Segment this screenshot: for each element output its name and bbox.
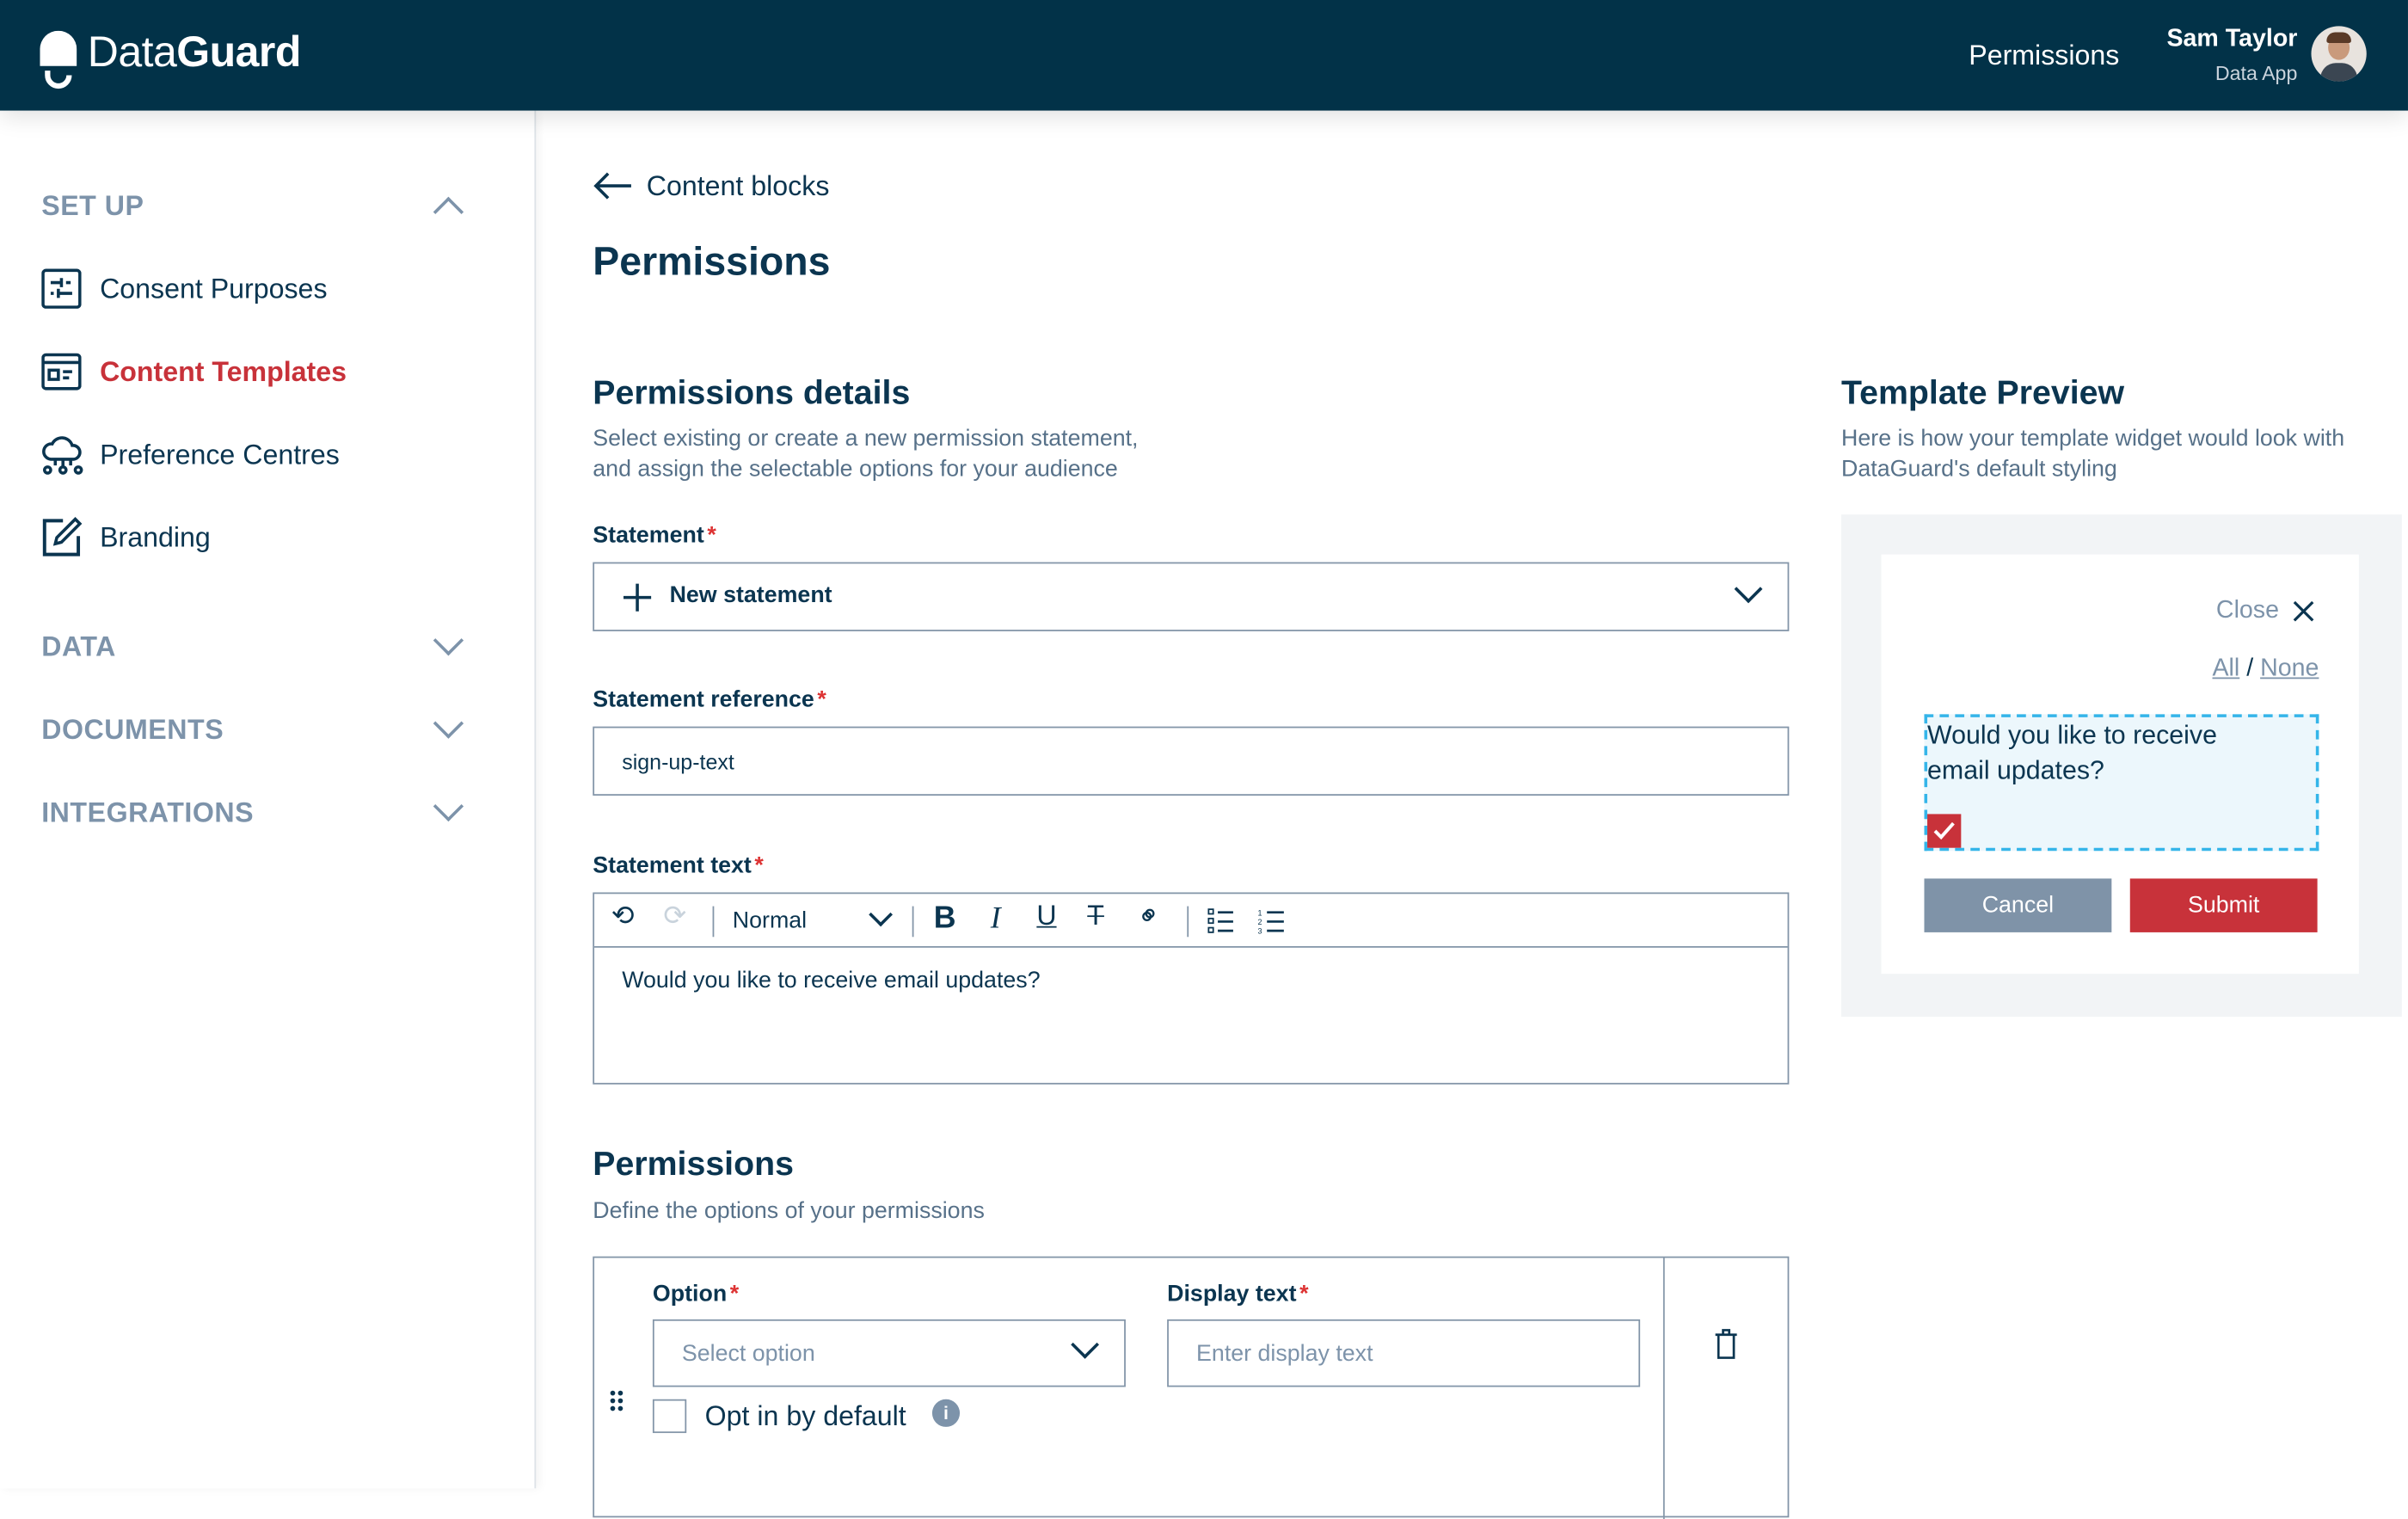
italic-icon[interactable]: I: [991, 901, 1001, 937]
sidebar-item-label: Preference Centres: [100, 439, 340, 470]
cancel-button[interactable]: Cancel: [1924, 878, 2112, 932]
bold-icon[interactable]: B: [934, 901, 956, 937]
submit-button[interactable]: Submit: [2129, 878, 2318, 932]
link-icon[interactable]: ⚭: [1130, 896, 1170, 936]
bullet-list-icon[interactable]: [1207, 907, 1235, 935]
details-heading: Permissions details: [593, 372, 911, 412]
preview-desc-2: DataGuard's default styling: [1841, 456, 2117, 483]
arrow-left-icon: [593, 172, 631, 200]
top-header: DataGuard Permissions Sam Taylor Data Ap…: [0, 0, 2408, 111]
preview-desc-1: Here is how your template widget would l…: [1841, 425, 2345, 452]
close-icon[interactable]: [2293, 600, 2314, 622]
toolbar-separator: [712, 906, 715, 938]
user-name: Sam Taylor: [2166, 26, 2298, 52]
redo-icon[interactable]: ⟳: [663, 900, 686, 932]
drag-handle-icon[interactable]: [610, 1390, 625, 1411]
toolbar-separator: [1187, 906, 1189, 938]
statement-text-content[interactable]: Would you like to receive email updates?: [622, 968, 1040, 993]
user-app: Data App: [2214, 61, 2298, 85]
page-title: Permissions: [593, 237, 831, 285]
chevron-down-icon[interactable]: [433, 790, 464, 822]
permission-option-card: Option * Select option Display text * Ente…: [593, 1256, 1790, 1519]
sidebar-section-data[interactable]: DATA: [41, 631, 116, 663]
info-icon[interactable]: i: [931, 1399, 961, 1427]
sidebar-section-integrations[interactable]: INTEGRATIONS: [41, 797, 254, 829]
cloud-network-icon: [42, 436, 83, 475]
edit-brush-icon: [42, 517, 83, 557]
header-permissions-link[interactable]: Permissions: [1969, 40, 2119, 71]
sidebar-item-preference-centres[interactable]: Preference Centres: [41, 434, 502, 477]
card-divider: [1662, 1258, 1665, 1519]
format-select[interactable]: Normal: [733, 907, 807, 933]
option-label: Option *: [652, 1281, 740, 1307]
dataguard-logo-icon: [40, 30, 77, 89]
trash-icon[interactable]: [1714, 1329, 1739, 1360]
sidebar-section-documents[interactable]: DOCUMENTS: [41, 714, 224, 746]
sidebar-item-content-templates[interactable]: Content Templates: [41, 350, 502, 393]
plus-icon: [623, 583, 652, 612]
select-none-link[interactable]: None: [2260, 655, 2319, 681]
svg-text:3: 3: [1257, 927, 1262, 936]
chevron-up-icon[interactable]: [433, 196, 464, 228]
preview-widget: Close All / None Would you like to recei…: [1881, 554, 2359, 975]
chevron-down-icon: [1734, 575, 1763, 604]
select-all-none: All / None: [2212, 655, 2319, 682]
chevron-down-icon: [1071, 1330, 1100, 1359]
statement-reference-input[interactable]: sign-up-text: [593, 726, 1790, 796]
chevron-down-icon[interactable]: [433, 624, 464, 656]
sliders-icon: [41, 268, 82, 309]
select-all-link[interactable]: All: [2212, 655, 2239, 681]
chevron-down-icon[interactable]: [869, 902, 893, 927]
reference-label: Statement reference *: [593, 686, 826, 713]
preview-question: Would you like to receive email updates?: [1927, 720, 2217, 785]
sidebar: SET UP Consent Purposes Content Template…: [0, 110, 537, 1489]
toolbar-divider: [594, 945, 1788, 948]
sidebar-item-label: Branding: [100, 522, 211, 553]
display-text-input[interactable]: Enter display text: [1167, 1319, 1641, 1387]
undo-icon[interactable]: ⟲: [611, 900, 635, 932]
statement-select[interactable]: New statement: [593, 562, 1790, 631]
sidebar-item-consent-purposes[interactable]: Consent Purposes: [41, 268, 502, 311]
details-desc-2: and assign the selectable options for yo…: [593, 456, 1118, 483]
rich-text-editor: ⟲ ⟳ Normal B I U T ⚭ 123 Would you like …: [593, 892, 1790, 1085]
strikethrough-icon[interactable]: T: [1087, 900, 1104, 932]
numbered-list-icon[interactable]: 123: [1257, 907, 1285, 935]
sidebar-item-label: Content Templates: [100, 356, 347, 387]
toolbar-separator: [912, 906, 914, 938]
permissions-desc: Define the options of your permissions: [593, 1197, 985, 1225]
display-text-label: Display text *: [1167, 1281, 1309, 1307]
preview-panel: Close All / None Would you like to recei…: [1841, 514, 2402, 1018]
template-icon: [41, 353, 82, 391]
sidebar-section-setup[interactable]: SET UP: [41, 190, 144, 222]
details-desc-1: Select existing or create a new permissi…: [593, 425, 1139, 452]
option-select[interactable]: Select option: [652, 1319, 1126, 1387]
close-label[interactable]: Close: [2216, 598, 2279, 625]
opt-in-label: Opt in by default: [704, 1400, 906, 1432]
sidebar-item-label: Consent Purposes: [100, 273, 328, 304]
chevron-down-icon[interactable]: [433, 708, 464, 739]
check-icon: [1933, 821, 1955, 840]
avatar[interactable]: [2311, 26, 2367, 82]
preview-heading: Template Preview: [1841, 372, 2125, 412]
svg-text:1: 1: [1257, 908, 1262, 917]
logo-text: DataGuard: [87, 28, 302, 76]
permissions-heading: Permissions: [593, 1144, 794, 1183]
svg-text:2: 2: [1257, 918, 1262, 926]
preview-checkbox[interactable]: [1927, 814, 1962, 848]
statement-text-label: Statement text *: [593, 852, 764, 879]
opt-in-checkbox[interactable]: [652, 1399, 687, 1434]
underline-icon[interactable]: U: [1036, 900, 1056, 932]
sidebar-item-branding[interactable]: Branding: [41, 516, 502, 559]
statement-label: Statement *: [593, 522, 716, 549]
preview-permission-item: Would you like to receive email updates?: [1924, 714, 2319, 852]
